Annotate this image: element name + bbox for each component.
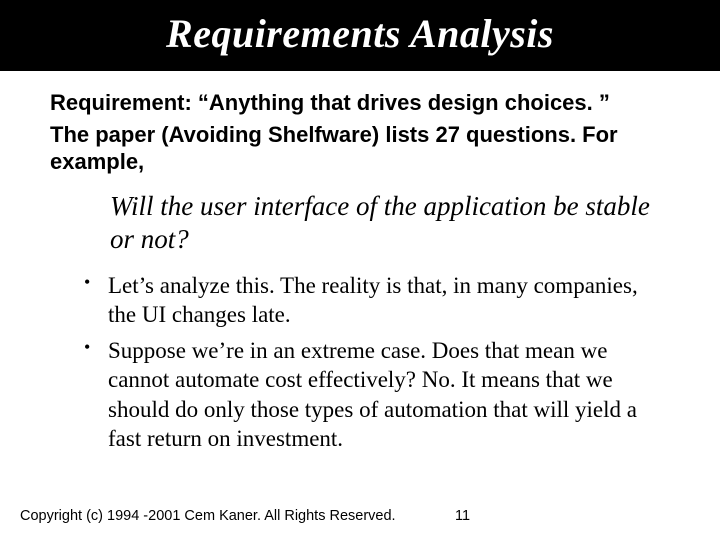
bullet-list: Let’s analyze this. The reality is that,… xyxy=(80,271,660,454)
lead-paragraph-1: Requirement: “Anything that drives desig… xyxy=(50,89,680,117)
list-item: Let’s analyze this. The reality is that,… xyxy=(80,271,660,330)
slide-title: Requirements Analysis xyxy=(0,10,720,57)
list-item: Suppose we’re in an extreme case. Does t… xyxy=(80,336,660,454)
lead-paragraph-2: The paper (Avoiding Shelfware) lists 27 … xyxy=(50,121,680,176)
footer: Copyright (c) 1994 -2001 Cem Kaner. All … xyxy=(20,508,700,524)
quote-text: Will the user interface of the applicati… xyxy=(110,190,650,258)
bullet-text: Let’s analyze this. The reality is that,… xyxy=(108,273,638,327)
title-band: Requirements Analysis xyxy=(0,0,720,71)
bullet-text: Suppose we’re in an extreme case. Does t… xyxy=(108,338,637,451)
page-number: 11 xyxy=(455,508,470,524)
copyright-text: Copyright (c) 1994 -2001 Cem Kaner. All … xyxy=(20,508,396,524)
slide-body: Requirement: “Anything that drives desig… xyxy=(0,71,720,454)
slide: Requirements Analysis Requirement: “Anyt… xyxy=(0,0,720,540)
